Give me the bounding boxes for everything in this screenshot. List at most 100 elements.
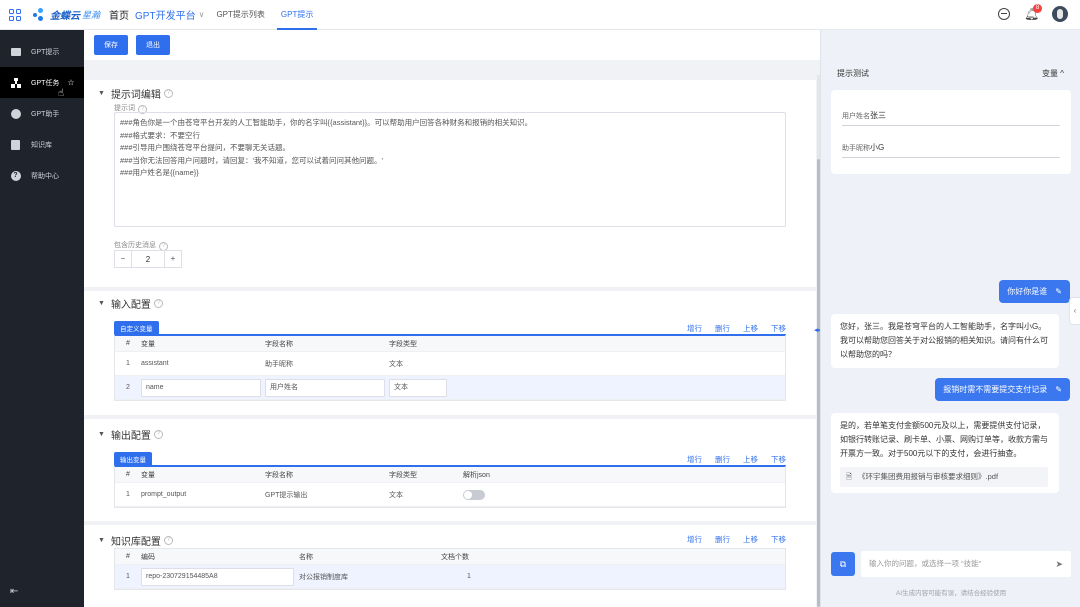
help-icon[interactable]: ? <box>163 536 173 545</box>
kb-code-input[interactable]: repo-230729154485A8 <box>141 567 294 586</box>
nav-platform[interactable]: GPT开发平台 <box>135 7 196 22</box>
input-config-section: ▼ 输入配置 ? 自定义变量 增行 删行 上移 下移 # 变量 字段名称 字段类… <box>84 291 816 415</box>
kb-table: # 编码 名称 文档个数 1 repo-230729154485A8 对公报销制… <box>114 548 786 590</box>
exit-button[interactable]: 退出 <box>136 35 170 55</box>
help-icon[interactable]: ? <box>163 89 173 98</box>
save-button[interactable]: 保存 <box>94 35 128 55</box>
move-up-button[interactable]: 上移 <box>743 454 758 465</box>
sidebar-item-gpt-prompt[interactable]: GPT提示 <box>0 36 84 67</box>
add-row-button[interactable]: 增行 <box>687 534 702 545</box>
top-nav: 首页 GPT开发平台 ∨ GPT提示列表 GPT提示 <box>109 0 318 30</box>
collapse-triangle-icon[interactable]: ▼ <box>98 90 105 97</box>
output-table: # 变量 字段名称 字段类型 解析json 1 prompt_output GP… <box>114 465 786 508</box>
field-name-input[interactable]: 用户姓名 <box>265 378 385 397</box>
tab-custom-variables[interactable]: 自定义变量 <box>114 321 159 335</box>
table-header: # 变量 字段名称 字段类型 <box>115 336 785 352</box>
variable-input[interactable]: name <box>141 378 261 397</box>
brand-sub: 星瀚 <box>82 10 101 20</box>
tab-prompt[interactable]: GPT提示 <box>276 0 318 30</box>
move-down-button[interactable]: 下移 <box>771 323 786 334</box>
nav-home[interactable]: 首页 <box>109 7 129 22</box>
table-row[interactable]: 1 repo-230729154485A8 对公报销制度库 1 <box>115 565 785 589</box>
row-ops: 增行 删行 上移 下移 <box>687 534 786 545</box>
decrement-button[interactable]: − <box>115 251 132 267</box>
add-row-button[interactable]: 增行 <box>687 323 702 334</box>
collapse-triangle-icon[interactable]: ▼ <box>98 431 105 438</box>
prompt-test-panel: 提示测试 变量 ^ 用户姓名 张三 助手昵称 小G 你好你是谁 ✎ 您好，张三。… <box>820 30 1080 607</box>
delete-row-button[interactable]: 删行 <box>715 454 730 465</box>
delete-row-button[interactable]: 删行 <box>715 323 730 334</box>
logo-icon <box>33 7 47 22</box>
main-editor: ▼ 提示词编辑 ? 提示词? ###角色你是一个由苍穹平台开发的人工智能助手，你… <box>84 60 820 607</box>
attachment-link[interactable]: 🗎︎ 《环宇集团费用报销与审核要求细则》.pdf <box>840 467 1048 487</box>
help-icon[interactable]: ? <box>153 299 163 308</box>
minus-circle-icon[interactable] <box>998 8 1010 20</box>
sidebar-item-label: GPT助手 <box>31 110 60 118</box>
section-header[interactable]: ▼ 知识库配置 ? <box>98 533 173 548</box>
tab-output-variables[interactable]: 输出变量 <box>114 452 152 466</box>
send-icon[interactable]: ➤ <box>1055 551 1063 577</box>
expand-panel-tab[interactable]: ‹ <box>1069 297 1080 325</box>
move-up-button[interactable]: 上移 <box>743 534 758 545</box>
add-row-button[interactable]: 增行 <box>687 454 702 465</box>
input-table: # 变量 字段名称 字段类型 1 assistant 助手昵称 文本 2 nam… <box>114 334 786 401</box>
table-header: # 编码 名称 文档个数 <box>115 549 785 565</box>
prompt-textarea[interactable]: ###角色你是一个由苍穹平台开发的人工智能助手，你的名字叫{{assistant… <box>114 112 786 227</box>
field-type-select[interactable]: 文本 <box>389 378 447 397</box>
sidebar-item-label: 帮助中心 <box>31 172 59 180</box>
sidebar: GPT提示 GPT任务 ☆ GPT助手 知识库 ? 帮助中心 ⇤ <box>0 30 84 607</box>
move-down-button[interactable]: 下移 <box>771 534 786 545</box>
variables-toggle[interactable]: 变量 ^ <box>1042 68 1064 79</box>
section-header[interactable]: ▼ 输入配置 ? <box>98 296 163 311</box>
user-message[interactable]: 你好你是谁 ✎ <box>999 280 1070 303</box>
chevron-down-icon[interactable]: ∨ <box>199 10 205 19</box>
panel-title: 提示测试 <box>837 69 869 78</box>
collapse-sidebar-icon[interactable]: ⇤ <box>10 586 18 597</box>
section-header[interactable]: ▼ 提示词编辑 ? <box>98 86 173 101</box>
variable-field-assistant-name[interactable]: 助手昵称 小G <box>842 138 1060 158</box>
move-up-button[interactable]: 上移 <box>743 323 758 334</box>
edit-pencil-icon[interactable]: ✎ <box>1055 287 1062 296</box>
variable-field-user-name[interactable]: 用户姓名 张三 <box>842 106 1060 126</box>
help-icon: ? <box>10 170 21 181</box>
parse-json-toggle[interactable] <box>463 489 485 500</box>
sidebar-item-gpt-assistant[interactable]: GPT助手 <box>0 98 84 129</box>
user-message[interactable]: 报销时需不需要提交支付记录 ✎ <box>935 378 1070 401</box>
document-icon <box>10 139 21 150</box>
star-icon[interactable]: ☆ <box>67 78 74 87</box>
sidebar-item-help-center[interactable]: ? 帮助中心 <box>0 160 84 191</box>
bell-icon[interactable]: 🔔︎ 8 <box>1024 4 1042 21</box>
new-chat-icon[interactable]: ⧉ <box>831 552 855 576</box>
org-chart-icon <box>10 77 21 88</box>
help-icon[interactable]: ? <box>153 430 163 439</box>
section-header[interactable]: ▼ 输出配置 ? <box>98 427 163 442</box>
table-row[interactable]: 2 name 用户姓名 文本 <box>115 376 785 400</box>
table-row[interactable]: 1 prompt_output GPT提示输出 文本 <box>115 483 785 507</box>
app-grid-icon[interactable] <box>9 8 21 21</box>
notification-badge: 8 <box>1033 4 1042 13</box>
sidebar-item-knowledge-base[interactable]: 知识库 <box>0 129 84 160</box>
chat-input[interactable]: 输入你的问题，或选择一项 “技能” ➤ <box>861 551 1071 577</box>
row-ops: 增行 删行 上移 下移 <box>687 454 786 465</box>
increment-button[interactable]: + <box>164 251 181 267</box>
file-icon: 🗎︎ <box>846 472 853 481</box>
brand-logo[interactable]: 金蝶云 星瀚 <box>33 7 100 22</box>
monitor-icon <box>10 46 21 57</box>
row-ops: 增行 删行 上移 下移 <box>687 323 786 334</box>
collapse-triangle-icon[interactable]: ▼ <box>98 300 105 307</box>
history-value[interactable]: 2 <box>132 255 164 264</box>
avatar[interactable] <box>1052 6 1068 22</box>
section-title: 输出配置 <box>110 431 151 442</box>
table-row[interactable]: 1 assistant 助手昵称 文本 <box>115 352 785 376</box>
sidebar-item-label: GPT提示 <box>31 48 60 56</box>
bot-message: 是的，若单笔支付金额500元及以上，需要提供支付记录，如银行转账记录、刷卡单、小… <box>831 413 1059 493</box>
edit-pencil-icon[interactable]: ✎ <box>1055 385 1062 394</box>
move-down-button[interactable]: 下移 <box>771 454 786 465</box>
tab-prompt-list[interactable]: GPT提示列表 <box>212 0 268 30</box>
delete-row-button[interactable]: 删行 <box>715 534 730 545</box>
toolbar: 保存 退出 <box>84 30 820 60</box>
disclaimer: AI生成内容可能有误，请结合经验使用 <box>895 590 1007 597</box>
collapse-triangle-icon[interactable]: ▼ <box>98 537 105 544</box>
prompt-editor-section: ▼ 提示词编辑 ? 提示词? ###角色你是一个由苍穹平台开发的人工智能助手，你… <box>84 80 816 287</box>
sidebar-item-gpt-task[interactable]: GPT任务 ☆ <box>0 67 84 98</box>
